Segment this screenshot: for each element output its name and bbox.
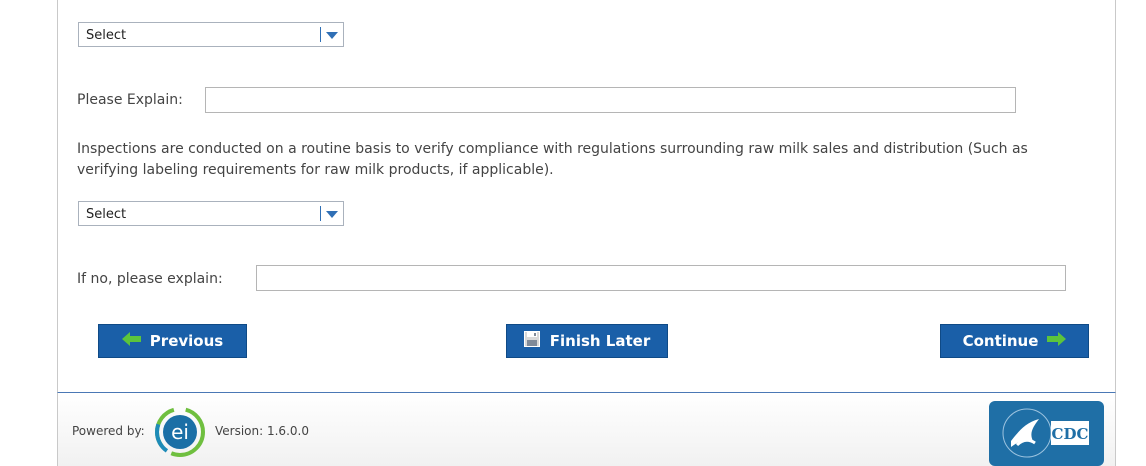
ei-logo: ei <box>155 407 205 457</box>
inspection-question-text: Inspections are conducted on a routine b… <box>77 141 1028 178</box>
chevron-down-icon <box>326 211 338 218</box>
select-1-value: Select <box>86 28 127 43</box>
if-no-explain-label: If no, please explain: <box>77 271 223 287</box>
previous-label: Previous <box>149 332 224 350</box>
finish-later-button[interactable]: Finish Later <box>506 324 668 358</box>
arrow-left-icon <box>121 332 142 350</box>
select-divider <box>320 206 321 221</box>
select-2-value: Select <box>86 207 127 222</box>
arrow-right-icon <box>1046 332 1067 350</box>
cdc-logo: CDC <box>989 401 1104 466</box>
page: Select Please Explain: Inspections are c… <box>0 0 1146 466</box>
if-no-explain-input[interactable] <box>256 265 1066 291</box>
select-dropdown-2[interactable]: Select <box>78 201 344 226</box>
continue-label: Continue <box>962 332 1039 350</box>
finish-later-label: Finish Later <box>549 332 651 350</box>
ei-logo-text: ei <box>171 420 189 444</box>
cdc-logo-text: CDC <box>1052 425 1089 443</box>
please-explain-input[interactable] <box>205 87 1016 113</box>
chevron-down-icon <box>326 32 338 39</box>
save-icon <box>523 331 540 351</box>
powered-by-label: Powered by: <box>72 424 145 438</box>
select-divider <box>320 27 321 42</box>
select-dropdown-1[interactable]: Select <box>78 22 344 47</box>
previous-button[interactable]: Previous <box>98 324 247 358</box>
please-explain-label: Please Explain: <box>77 92 183 108</box>
continue-button[interactable]: Continue <box>940 324 1089 358</box>
version-label: Version: 1.6.0.0 <box>215 424 309 438</box>
